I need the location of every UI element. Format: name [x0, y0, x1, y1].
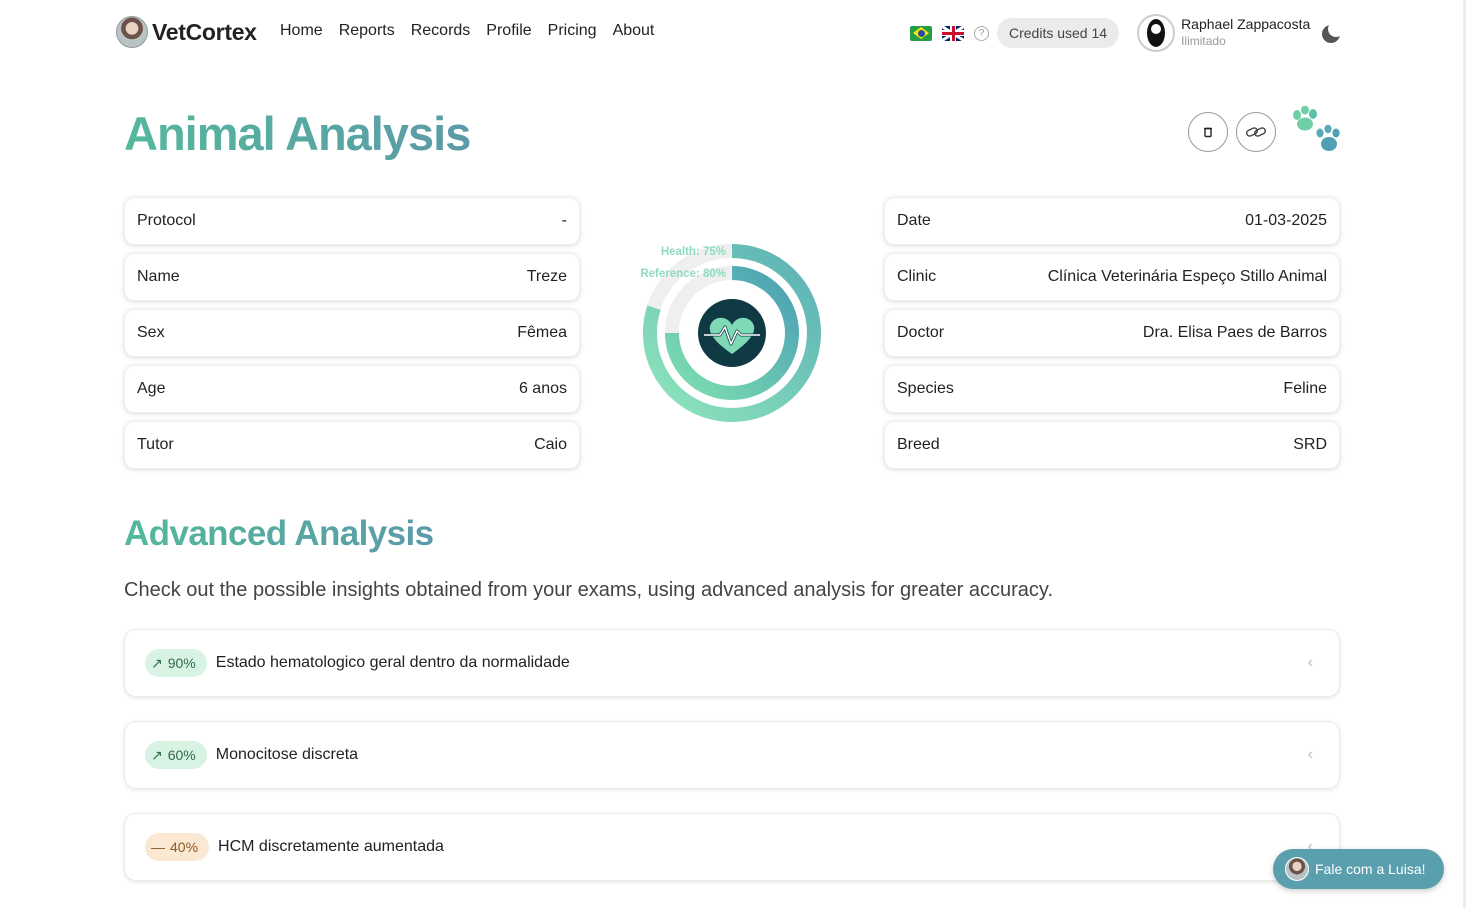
field-label: Protocol — [137, 212, 196, 229]
field-label: Species — [897, 380, 954, 397]
chevron-left-icon[interactable]: ‹ — [1308, 746, 1313, 764]
field-breed: Breed SRD — [884, 421, 1340, 469]
health-label: Health: 75% — [661, 246, 726, 258]
uk-flag-icon[interactable] — [942, 25, 964, 41]
field-label: Date — [897, 212, 931, 229]
field-sex: Sex Fêmea — [124, 309, 580, 357]
field-label: Doctor — [897, 324, 945, 341]
field-value: Caio — [534, 436, 567, 453]
chevron-left-icon[interactable]: ‹ — [1308, 654, 1313, 672]
health-gauge: Health: 75% Reference: 80% — [640, 244, 821, 422]
nav-pricing[interactable]: Pricing — [548, 22, 597, 40]
advanced-title: Advanced Analysis — [124, 514, 434, 553]
chat-button[interactable]: Fale com a Luisa! — [1273, 849, 1444, 889]
insight-item[interactable]: ↗ 90% Estado hematologico geral dentro d… — [124, 629, 1340, 697]
insight-badge: ↗ 60% — [145, 741, 207, 769]
field-age: Age 6 anos — [124, 365, 580, 413]
brand-avatar-icon — [116, 16, 148, 48]
trend-flat-icon: — — [151, 839, 165, 855]
trash-icon — [1204, 127, 1212, 138]
insight-percent: 60% — [167, 747, 196, 763]
credits-badge: Credits used 14 — [997, 18, 1120, 48]
paw-icon — [1293, 106, 1340, 151]
link-icon — [1246, 127, 1266, 137]
user-info[interactable]: Raphael Zappacosta Ilimitado — [1181, 16, 1310, 50]
insight-badge: ↗ 90% — [145, 649, 207, 677]
page: VetCortex Home Reports Records Profile P… — [0, 0, 1466, 908]
brazil-flag-icon[interactable] — [910, 25, 932, 41]
field-value: SRD — [1293, 436, 1327, 453]
field-label: Name — [137, 268, 180, 285]
field-value: - — [561, 212, 567, 229]
nav-home[interactable]: Home — [280, 22, 323, 40]
top-navbar: VetCortex Home Reports Records Profile P… — [0, 0, 1466, 66]
help-icon[interactable]: ? — [974, 25, 989, 41]
insight-text: Estado hematologico geral dentro da norm… — [215, 654, 570, 671]
field-value: 01-03-2025 — [1245, 212, 1327, 229]
user-plan: Ilimitado — [1181, 34, 1226, 48]
share-link-button[interactable] — [1236, 112, 1276, 152]
moon-icon[interactable] — [1322, 21, 1345, 43]
field-label: Age — [137, 380, 166, 397]
field-date: Date 01-03-2025 — [884, 197, 1340, 245]
user-avatar[interactable] — [1137, 14, 1176, 52]
trend-up-icon: ↗ — [151, 746, 163, 763]
user-name: Raphael Zappacosta — [1181, 16, 1311, 32]
field-clinic: Clinic Clínica Veterinária Espeço Stillo… — [884, 253, 1340, 301]
field-name: Name Treze — [124, 253, 580, 301]
reference-label: Reference: 80% — [640, 268, 726, 280]
brand-logo[interactable]: VetCortex — [116, 16, 257, 48]
insight-item[interactable]: ↗ 60% Monocitose discreta ‹ — [124, 721, 1340, 789]
field-label: Tutor — [137, 436, 174, 453]
field-value: Fêmea — [517, 324, 567, 341]
field-value: Dra. Elisa Paes de Barros — [1142, 324, 1327, 341]
chat-label: Fale com a Luisa! — [1315, 861, 1426, 877]
field-tutor: Tutor Caio — [124, 421, 580, 469]
field-value: Clínica Veterinária Espeço Stillo Animal — [1047, 268, 1327, 285]
nav-profile[interactable]: Profile — [486, 22, 531, 40]
insight-text: HCM discretamente aumentada — [218, 838, 444, 855]
field-value: Treze — [526, 268, 567, 285]
field-value: 6 anos — [518, 380, 567, 397]
delete-button[interactable] — [1188, 112, 1228, 152]
trend-up-icon: ↗ — [151, 654, 163, 671]
page-title: Animal Analysis — [124, 107, 471, 160]
brand-name: VetCortex — [152, 18, 257, 45]
main-menu: Home Reports Records Profile Pricing Abo… — [280, 22, 654, 40]
advanced-description: Check out the possible insights obtained… — [124, 579, 1054, 601]
nav-reports[interactable]: Reports — [339, 22, 395, 40]
insight-percent: 90% — [167, 655, 196, 671]
insight-item[interactable]: — 40% HCM discretamente aumentada ‹ — [124, 813, 1340, 881]
nav-right-group: ? Credits used 14 Raphael Zappacosta Ili… — [910, 14, 1345, 52]
insight-text: Monocitose discreta — [215, 746, 359, 763]
field-protocol: Protocol - — [124, 197, 580, 245]
field-species: Species Feline — [884, 365, 1340, 413]
nav-about[interactable]: About — [613, 22, 655, 40]
nav-records[interactable]: Records — [411, 22, 471, 40]
insight-percent: 40% — [170, 839, 199, 855]
field-value: Feline — [1283, 380, 1327, 397]
chat-avatar-icon — [1285, 857, 1309, 881]
field-label: Sex — [137, 324, 165, 341]
field-label: Breed — [897, 436, 940, 453]
insight-badge: — 40% — [145, 833, 210, 861]
field-label: Clinic — [897, 268, 937, 285]
field-doctor: Doctor Dra. Elisa Paes de Barros — [884, 309, 1340, 357]
